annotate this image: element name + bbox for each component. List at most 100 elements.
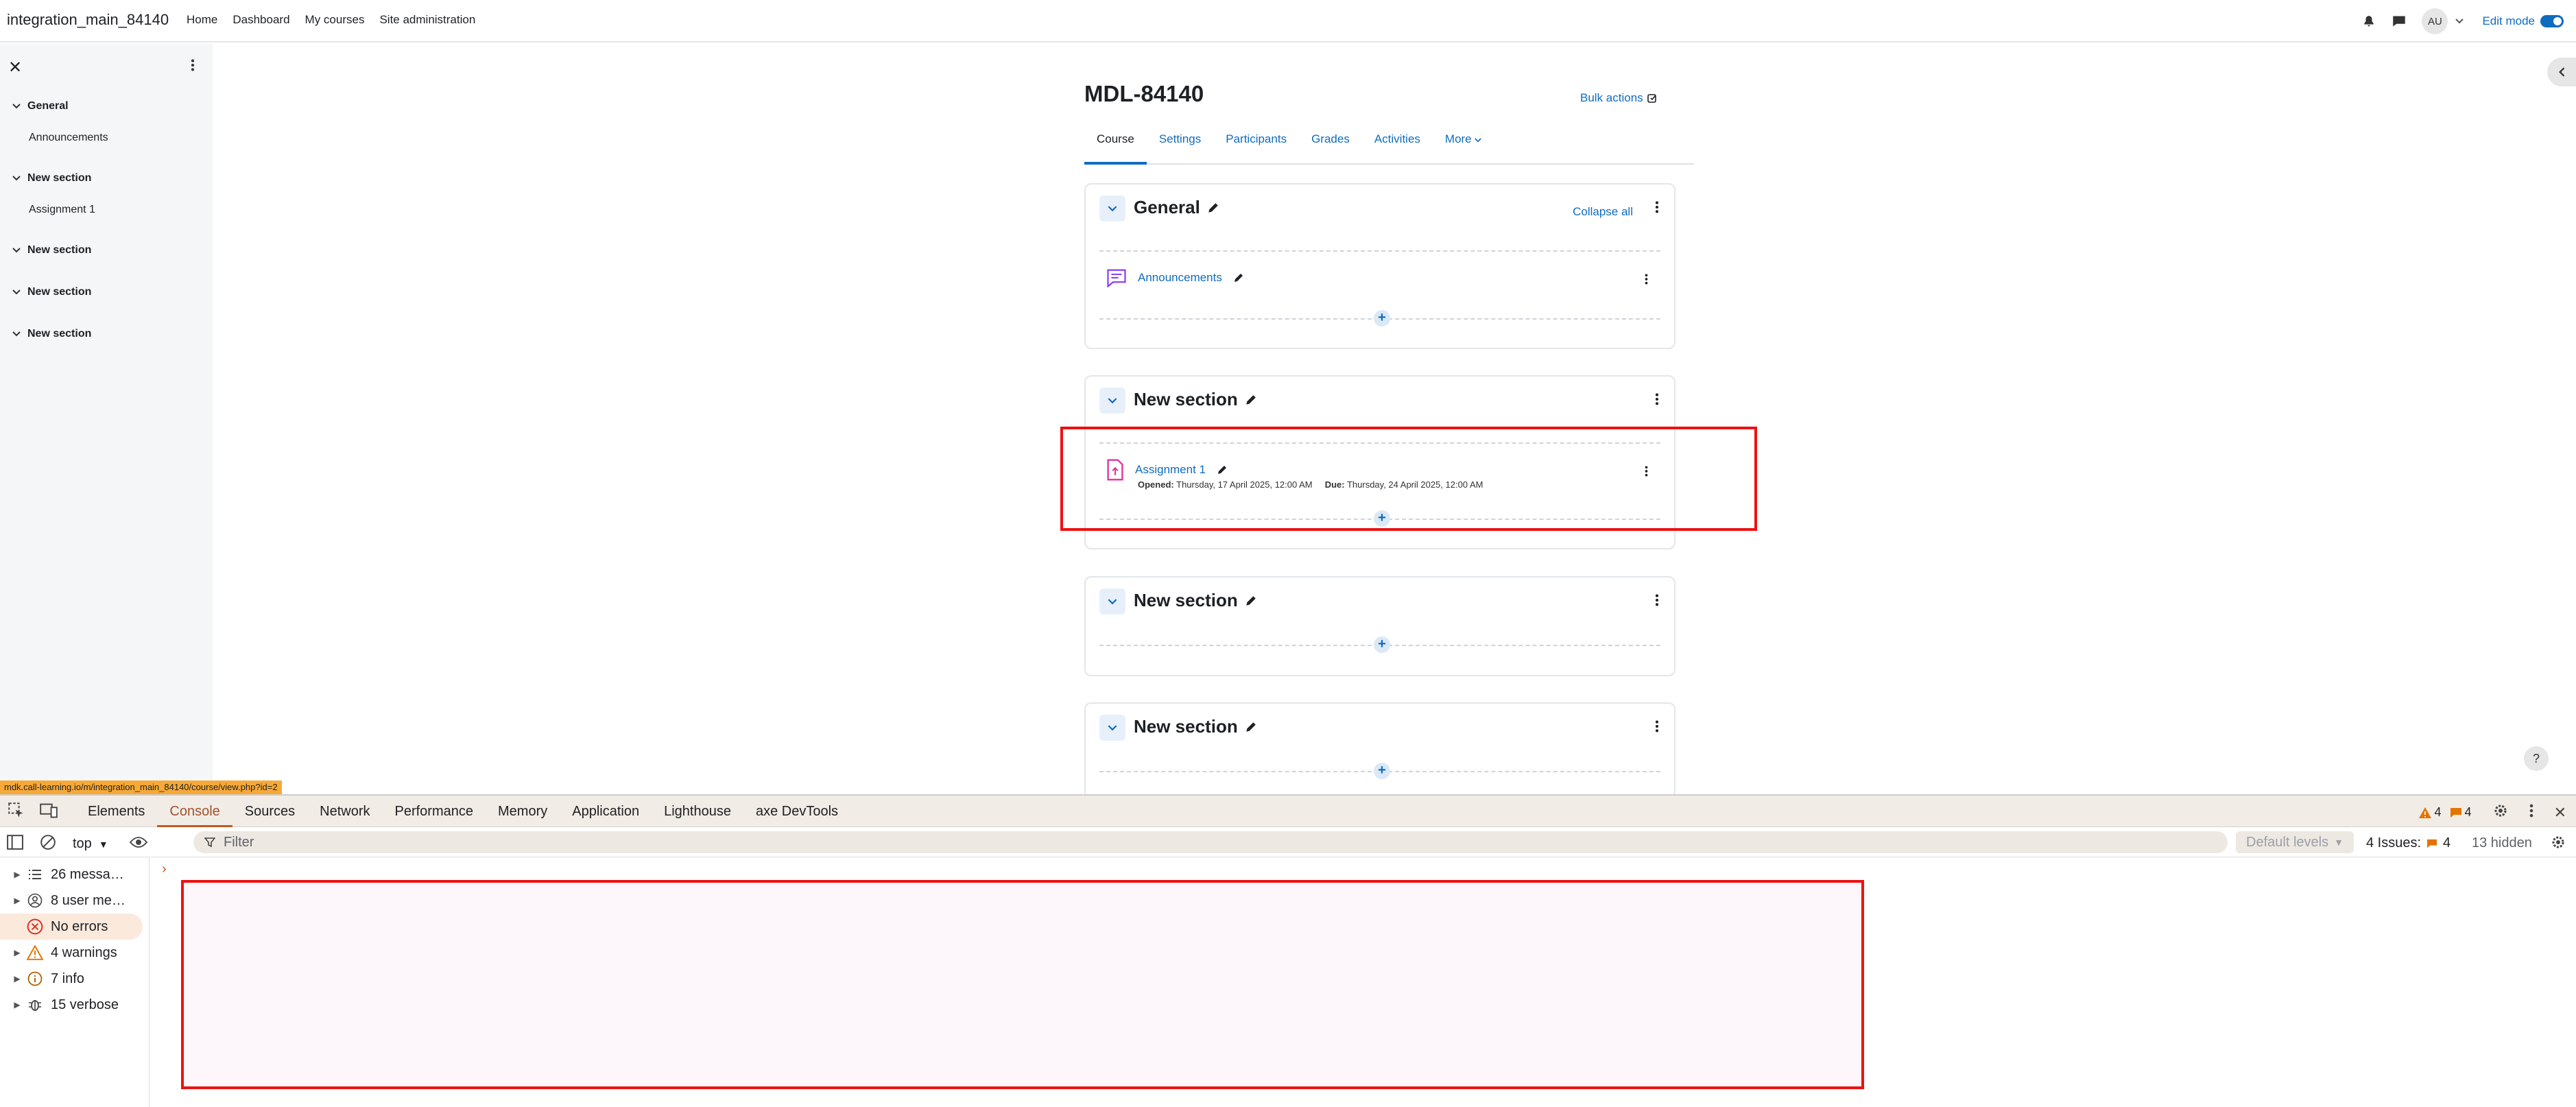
section-collapse-button[interactable] — [1099, 715, 1125, 741]
sidebar-item-user-messages[interactable]: ▶ 8 user me… — [0, 888, 150, 914]
devtools-tabbar: Elements Console Sources Network Perform… — [0, 796, 2576, 827]
issues-counter[interactable]: 4 Issues: 4 — [2366, 835, 2450, 851]
more-options-icon[interactable] — [2529, 804, 2533, 821]
devtools-left-tools — [8, 802, 58, 822]
tab-activities[interactable]: Activities — [1362, 122, 1433, 165]
dropdown-arrow-icon: ▼ — [2334, 837, 2344, 848]
eye-icon[interactable] — [129, 835, 148, 853]
devtools-tab-lighthouse[interactable]: Lighthouse — [652, 796, 743, 827]
chevron-down-icon — [12, 289, 21, 295]
warnings-count: 4 — [2434, 805, 2442, 819]
sidebar-item-verbose[interactable]: ▶ 15 verbose — [0, 992, 150, 1018]
devtools-tab-elements[interactable]: Elements — [75, 796, 157, 827]
activity-link[interactable]: Announcements — [1138, 271, 1222, 285]
devtools-tab-application[interactable]: Application — [560, 796, 652, 827]
close-icon[interactable]: ✕ — [8, 58, 22, 78]
warnings-badge[interactable]: 4 — [2418, 805, 2442, 820]
add-activity-button[interactable]: + — [1374, 310, 1390, 326]
chevron-down-icon — [1108, 397, 1117, 403]
error-icon — [25, 918, 45, 935]
add-activity-button[interactable]: + — [1374, 636, 1390, 653]
tab-participants[interactable]: Participants — [1213, 122, 1299, 165]
kebab-menu-icon[interactable] — [191, 59, 195, 75]
section-collapse-button[interactable] — [1099, 588, 1125, 615]
nav-dashboard-link[interactable]: Dashboard — [232, 13, 289, 27]
section-title: New section — [1134, 716, 1257, 737]
section-collapse-button[interactable] — [1099, 195, 1125, 222]
inspect-element-icon[interactable] — [8, 802, 25, 822]
kebab-menu-icon[interactable] — [1645, 274, 1648, 288]
bell-icon[interactable] — [2361, 14, 2376, 29]
index-section-4[interactable]: New section — [12, 328, 91, 340]
messages-icon[interactable] — [2392, 14, 2407, 29]
pencil-icon[interactable] — [1245, 595, 1257, 607]
console-settings-gear-icon[interactable] — [2550, 834, 2566, 854]
open-block-drawer-button[interactable] — [2547, 58, 2576, 86]
index-item-assignment-1[interactable]: Assignment 1 — [29, 204, 95, 216]
info-count: 4 — [2464, 805, 2472, 819]
devtools-tab-network[interactable]: Network — [307, 796, 382, 827]
chevron-left-icon — [2559, 67, 2565, 77]
gear-icon[interactable] — [2492, 802, 2509, 822]
console-filter-input[interactable]: Filter — [193, 831, 2228, 853]
dropdown-arrow-icon: ▼ — [98, 838, 108, 850]
kebab-menu-icon[interactable] — [1655, 594, 1659, 610]
kebab-menu-icon[interactable] — [1655, 720, 1659, 736]
site-name[interactable]: integration_main_84140 — [7, 11, 169, 29]
devtools-tab-sources[interactable]: Sources — [232, 796, 307, 827]
course-tabs: Course Settings Participants Grades Acti… — [1084, 122, 1694, 165]
sidebar-item-info[interactable]: ▶ 7 info — [0, 966, 150, 992]
devtools-tab-axe[interactable]: axe DevTools — [743, 796, 850, 827]
bulk-actions-button[interactable]: Bulk actions — [1580, 91, 1658, 105]
chevron-down-icon — [1475, 138, 1482, 143]
warning-icon — [25, 945, 45, 960]
nav-site-admin-link[interactable]: Site administration — [379, 13, 475, 27]
expand-arrow-icon: ▶ — [14, 974, 21, 984]
console-input-area[interactable] — [181, 880, 1864, 1089]
sidebar-item-messages[interactable]: ▶ 26 messa… — [0, 861, 150, 888]
section-title-text: New section — [1134, 389, 1238, 409]
close-icon[interactable]: ✕ — [2554, 804, 2566, 822]
sidebar-toggle-icon[interactable] — [7, 835, 23, 853]
clear-console-icon[interactable] — [40, 834, 56, 854]
index-section-3[interactable]: New section — [12, 286, 91, 298]
index-section-label: New section — [27, 244, 92, 256]
devtools-tab-performance[interactable]: Performance — [383, 796, 486, 827]
tab-course[interactable]: Course — [1084, 122, 1147, 165]
pencil-icon[interactable] — [1245, 394, 1257, 406]
sidebar-item-label: 26 messa… — [51, 866, 124, 882]
sidebar-item-warnings[interactable]: ▶ 4 warnings — [0, 940, 150, 966]
user-avatar[interactable]: AU — [2422, 8, 2448, 34]
tab-more[interactable]: More — [1433, 122, 1494, 165]
pencil-icon[interactable] — [1207, 202, 1219, 214]
sidebar-item-label: 7 info — [51, 971, 84, 986]
pencil-icon[interactable] — [1245, 721, 1257, 733]
index-section-1[interactable]: New section — [12, 172, 91, 184]
index-section-general[interactable]: General — [12, 100, 69, 112]
edit-mode-toggle[interactable] — [2540, 15, 2564, 27]
add-activity-button[interactable]: + — [1374, 763, 1390, 779]
user-icon — [25, 893, 45, 908]
index-section-2[interactable]: New section — [12, 244, 91, 257]
info-badge[interactable]: 4 — [2450, 805, 2472, 820]
device-toolbar-icon[interactable] — [40, 802, 58, 822]
help-button[interactable]: ? — [2524, 746, 2549, 771]
devtools-tab-memory[interactable]: Memory — [486, 796, 560, 827]
user-menu-chevron-icon[interactable] — [2452, 14, 2467, 29]
index-item-announcements[interactable]: Announcements — [29, 132, 108, 144]
devtools-tabs: Elements Console Sources Network Perform… — [75, 796, 850, 827]
sidebar-item-errors[interactable]: No errors — [0, 914, 143, 940]
tab-settings[interactable]: Settings — [1147, 122, 1213, 165]
tab-grades[interactable]: Grades — [1299, 122, 1362, 165]
nav-home-link[interactable]: Home — [187, 13, 217, 27]
nav-my-courses-link[interactable]: My courses — [305, 13, 365, 27]
section-collapse-button[interactable] — [1099, 388, 1125, 414]
kebab-menu-icon[interactable] — [1655, 201, 1659, 217]
collapse-all-link[interactable]: Collapse all — [1573, 205, 1633, 219]
section-title-text: General — [1134, 197, 1200, 217]
kebab-menu-icon[interactable] — [1655, 393, 1659, 409]
pencil-icon[interactable] — [1233, 272, 1244, 283]
devtools-tab-console[interactable]: Console — [157, 796, 232, 827]
context-selector[interactable]: top ▼ — [73, 836, 108, 852]
log-levels-dropdown[interactable]: Default levels ▼ — [2236, 831, 2354, 853]
